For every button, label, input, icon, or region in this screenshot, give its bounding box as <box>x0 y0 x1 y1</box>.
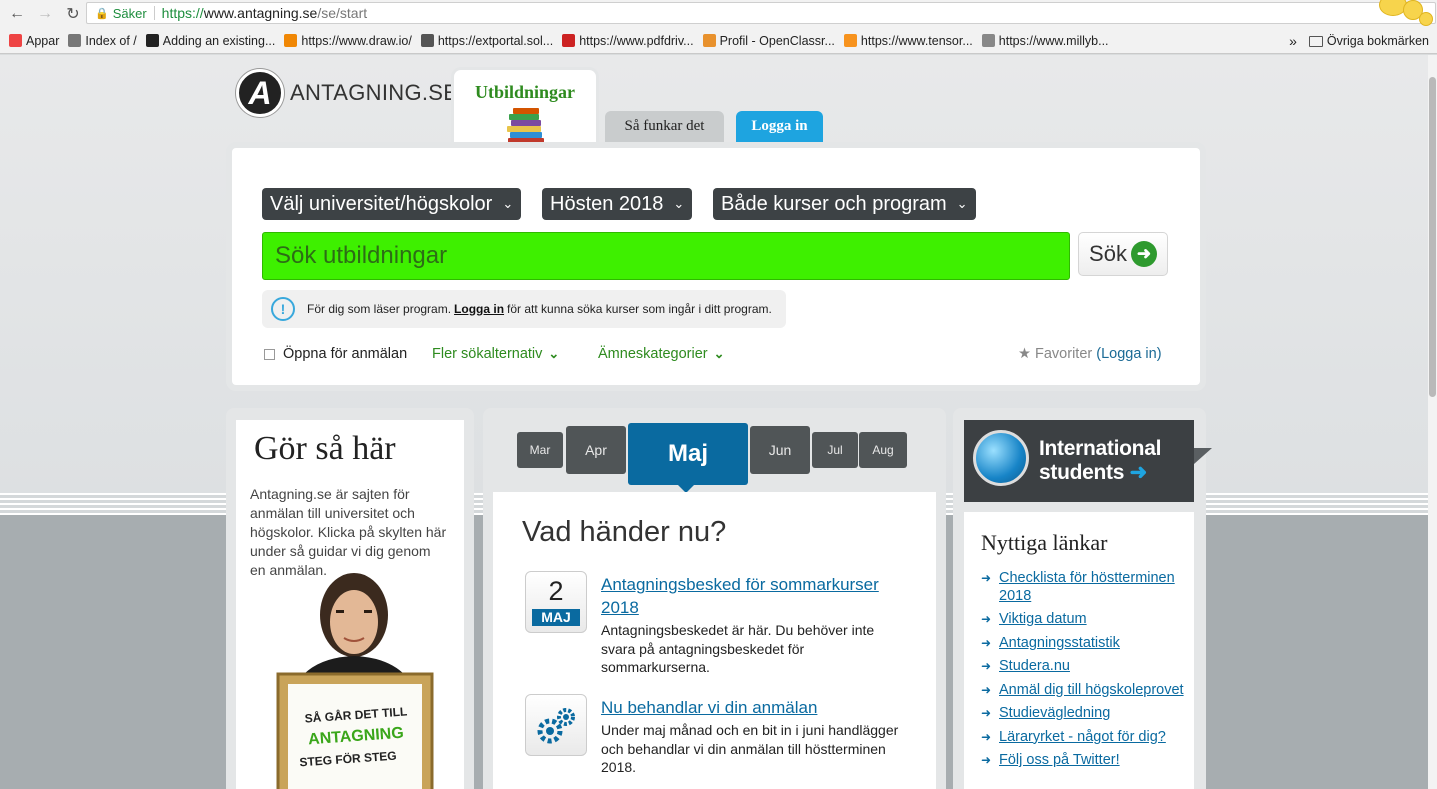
month-tab-jul[interactable]: Jul <box>812 432 858 468</box>
type-dropdown[interactable]: Både kurser och program ⌄ <box>713 188 976 220</box>
useful-link-item[interactable]: Antagningsstatistik <box>981 635 1191 653</box>
bookmark-item[interactable]: Index of / <box>68 34 137 48</box>
site-logo[interactable]: A ANTAGNING.SE <box>236 69 458 117</box>
url-path: /se/start <box>317 5 368 21</box>
term-dropdown[interactable]: Hösten 2018 ⌄ <box>542 188 693 220</box>
login-link[interactable]: Logga in <box>454 302 504 316</box>
bookmark-item[interactable]: https://extportal.sol... <box>420 34 553 48</box>
useful-links-title: Nyttiga länkar <box>981 530 1108 555</box>
event-title-link[interactable]: Antagningsbesked för sommarkurser 2018 <box>601 573 901 619</box>
bookmark-item[interactable]: https://www.millyb... <box>981 34 1109 48</box>
logo-text: ANTAGNING.SE <box>290 80 459 105</box>
milly-icon <box>981 34 995 47</box>
event-item: Nu behandlar vi din anmälan Under maj må… <box>525 694 925 789</box>
event-title-link[interactable]: Nu behandlar vi din anmälan <box>601 696 901 719</box>
subject-categories-toggle[interactable]: Ämneskategorier ⌄ <box>598 346 725 362</box>
event-description: Under maj månad och en bit in i juni han… <box>601 722 899 775</box>
bookmark-item[interactable]: Appar <box>9 34 59 48</box>
chevron-down-icon: ⌄ <box>502 196 514 211</box>
bookmark-item[interactable]: https://www.pdfdriv... <box>562 34 694 48</box>
month-tab-aug[interactable]: Aug <box>859 432 907 468</box>
favorites: ★ Favoriter (Logga in) <box>1018 346 1162 362</box>
lightbulb-icon: ! <box>271 297 295 321</box>
globe-icon <box>68 34 82 47</box>
tensorflow-icon <box>843 34 857 47</box>
month-tab-jun[interactable]: Jun <box>750 426 810 474</box>
page-icon <box>420 34 434 47</box>
page: A ANTAGNING.SE Utbildningar Så funkar de… <box>0 55 1437 789</box>
bookmark-item[interactable]: Adding an existing... <box>145 34 275 48</box>
bookmarks-bar: Appar Index of / Adding an existing... http… <box>0 28 1437 54</box>
tab-label: Utbildningar <box>474 82 576 102</box>
useful-link-item[interactable]: Checklista för höstterminen 2018 <box>981 570 1191 605</box>
event-item: 2 MAJ Antagningsbesked för sommarkurser … <box>525 571 925 681</box>
star-icon: ★ <box>1018 346 1031 362</box>
useful-links-list: Checklista för höstterminen 2018 Viktiga … <box>981 570 1191 776</box>
month-tab-apr[interactable]: Apr <box>566 426 626 474</box>
search-input[interactable]: Sök utbildningar <box>262 232 1070 280</box>
chevron-down-icon: ⌄ <box>713 346 725 361</box>
university-dropdown[interactable]: Välj universitet/högskolor ⌄ <box>262 188 522 220</box>
scrollbar[interactable] <box>1428 55 1437 789</box>
tab-utbildningar[interactable]: Utbildningar <box>451 67 599 149</box>
search-panel: Välj universitet/högskolor ⌄ Hösten 2018 ⌄… <box>226 142 1206 391</box>
info-box: ! För dig som läser program. Logga in fö… <box>262 290 786 328</box>
back-arrow-icon[interactable]: ← <box>6 3 28 25</box>
drawio-icon <box>284 34 298 47</box>
gears-icon <box>525 694 587 756</box>
useful-link-item[interactable]: Läraryrket - något för dig? <box>981 729 1191 747</box>
useful-link-item[interactable]: Studera.nu <box>981 658 1191 676</box>
url-scheme: https:// <box>161 5 204 21</box>
how-to-column: Gör så här Antagning.se är sajten för an… <box>226 408 474 789</box>
open-for-application-checkbox[interactable]: Öppna för anmälan <box>264 346 407 362</box>
links-column: International students ➜ Nyttiga länkar … <box>953 408 1212 789</box>
calendar-icon: 2 MAJ <box>525 571 587 633</box>
favorites-login-link[interactable]: (Logga in) <box>1096 346 1161 362</box>
folder-icon <box>1308 35 1323 47</box>
arrow-right-icon: ➜ <box>1129 461 1148 484</box>
address-bar[interactable]: 🔒 Säker https://www.antagning.se/se/star… <box>86 2 1436 24</box>
apps-grid-icon <box>9 34 22 47</box>
chevron-down-icon: ⌄ <box>673 196 685 211</box>
useful-link-item[interactable]: Studievägledning <box>981 705 1191 723</box>
more-options-toggle[interactable]: Fler sökalternativ ⌄ <box>432 346 559 362</box>
url-host: www.antagning.se <box>203 5 318 21</box>
openclassrooms-icon <box>702 34 716 47</box>
chevron-down-icon: ⌄ <box>548 346 560 361</box>
arrow-right-icon: ➜ <box>1130 241 1157 267</box>
international-students-banner[interactable]: International students ➜ <box>964 420 1212 502</box>
forward-arrow-icon[interactable]: → <box>34 3 56 25</box>
chevron-down-icon: ⌄ <box>956 196 968 211</box>
pd-icon <box>562 34 576 47</box>
secure-label: Säker <box>112 5 147 21</box>
how-to-title: Gör så här <box>254 430 396 467</box>
timeline-heading: Vad händer nu? <box>522 516 727 548</box>
timeline-column: Mar Apr Maj Jun Jul Aug Vad händer nu? 2… <box>483 408 946 789</box>
extension-icon[interactable] <box>1375 0 1433 28</box>
logo-mark: A <box>236 69 284 117</box>
useful-link-item[interactable]: Viktiga datum <box>981 611 1191 629</box>
bookmark-item[interactable]: Profil - OpenClassr... <box>702 34 835 48</box>
guide-sign-image[interactable]: SÅ GÅR DET TILL ANTAGNING STEG FÖR STEG <box>276 570 436 789</box>
reload-icon[interactable]: ↻ <box>62 3 84 25</box>
how-to-text: Antagning.se är sajten för anmälan till … <box>250 486 447 578</box>
books-icon <box>504 106 548 146</box>
useful-link-item[interactable]: Anmäl dig till högskoleprovet <box>981 682 1191 700</box>
search-button[interactable]: Sök ➜ <box>1078 232 1168 276</box>
checkbox[interactable] <box>264 348 275 360</box>
bookmark-item[interactable]: https://www.tensor... <box>843 34 973 48</box>
bookmark-item[interactable]: https://www.draw.io/ <box>284 34 412 48</box>
other-bookmarks[interactable]: Övriga bokmärken <box>1327 34 1429 48</box>
month-tab-maj[interactable]: Maj <box>628 423 748 485</box>
lock-icon: 🔒 <box>95 7 109 20</box>
browser-toolbar: ← → ↻ 🔒 Säker https://www.antagning.se/s… <box>0 0 1437 28</box>
event-description: Antagningsbeskedet är här. Du behöver in… <box>601 622 875 675</box>
useful-link-item[interactable]: Följ oss på Twitter! <box>981 752 1191 770</box>
globe-icon <box>973 430 1029 486</box>
github-icon <box>145 34 159 47</box>
month-tab-mar[interactable]: Mar <box>517 432 563 468</box>
more-bookmarks-icon[interactable]: » <box>1289 33 1297 49</box>
scrollbar-thumb[interactable] <box>1429 77 1436 397</box>
